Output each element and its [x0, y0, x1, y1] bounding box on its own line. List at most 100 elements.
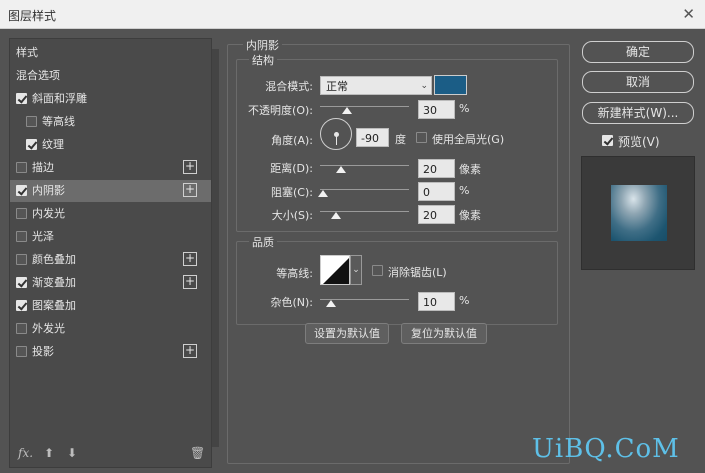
structure-title: 结构: [249, 52, 277, 68]
opacity-label: 不透明度(O):: [248, 104, 313, 117]
style-item-checkbox[interactable]: [16, 346, 27, 357]
add-style-icon[interactable]: +: [183, 252, 197, 266]
antialias-checkbox[interactable]: [372, 265, 383, 276]
cancel-button[interactable]: 取消: [582, 71, 694, 93]
choke-input[interactable]: 0: [418, 182, 455, 201]
choke-slider-track[interactable]: [320, 189, 409, 190]
style-item-label: 外发光: [32, 322, 65, 335]
style-item-checkbox[interactable]: [16, 300, 27, 311]
style-item-checkbox[interactable]: [26, 116, 37, 127]
style-item[interactable]: 内阴影 +: [10, 180, 211, 202]
style-item-checkbox[interactable]: [16, 162, 27, 173]
style-item[interactable]: 颜色叠加 +: [10, 249, 211, 271]
style-item-checkbox[interactable]: [16, 208, 27, 219]
global-light-checkbox[interactable]: [416, 132, 427, 143]
styles-header-label: 样式: [16, 46, 38, 59]
style-item-checkbox[interactable]: [16, 93, 27, 104]
style-item[interactable]: 图案叠加: [10, 295, 211, 317]
opacity-slider-thumb[interactable]: [341, 107, 352, 114]
style-item-label: 纹理: [42, 138, 64, 151]
blend-mode-select[interactable]: 正常 ⌄: [320, 76, 432, 95]
opacity-input[interactable]: 30: [418, 100, 455, 119]
distance-label: 距离(D):: [270, 162, 313, 175]
style-item-checkbox[interactable]: [16, 185, 27, 196]
choke-slider-thumb[interactable]: [318, 190, 328, 197]
quality-title: 品质: [249, 234, 277, 250]
contour-curve-icon: [323, 258, 349, 284]
style-item-label: 渐变叠加: [32, 276, 76, 289]
distance-input[interactable]: 20: [418, 159, 455, 178]
distance-slider-track[interactable]: [320, 165, 409, 166]
size-unit: 像素: [459, 209, 481, 222]
style-item[interactable]: 等高线: [10, 111, 211, 133]
style-item[interactable]: 光泽: [10, 226, 211, 248]
move-down-icon[interactable]: ⬇: [67, 446, 77, 460]
style-item-label: 光泽: [32, 230, 54, 243]
choke-unit: %: [459, 184, 470, 197]
shadow-color-swatch[interactable]: [434, 75, 467, 95]
window-title: 图层样式: [8, 9, 57, 23]
angle-center: [334, 132, 339, 137]
style-item-label: 内阴影: [32, 184, 65, 197]
size-input[interactable]: 20: [418, 205, 455, 224]
distance-slider-thumb[interactable]: [336, 166, 346, 173]
size-label: 大小(S):: [271, 209, 313, 222]
new-style-button[interactable]: 新建样式(W)...: [582, 102, 694, 124]
quality-group: 品质: [236, 234, 558, 325]
close-icon[interactable]: ✕: [682, 5, 695, 23]
add-style-icon[interactable]: +: [183, 275, 197, 289]
styles-scrollbar[interactable]: [212, 49, 219, 447]
title-bar: 图层样式 ✕: [0, 0, 705, 29]
ok-button[interactable]: 确定: [582, 41, 694, 63]
style-item-checkbox[interactable]: [16, 323, 27, 334]
styles-list-header[interactable]: 样式: [10, 42, 211, 64]
style-item[interactable]: 描边 +: [10, 157, 211, 179]
preview-checkbox[interactable]: [602, 135, 613, 146]
blend-mode-label: 混合模式:: [265, 80, 313, 93]
watermark-logo: UiBQ.CoM: [532, 434, 680, 464]
opacity-slider-track[interactable]: [320, 106, 409, 107]
style-item[interactable]: 斜面和浮雕: [10, 88, 211, 110]
style-item[interactable]: 投影 +: [10, 341, 211, 363]
noise-input[interactable]: 10: [418, 292, 455, 311]
style-item-label: 投影: [32, 345, 54, 358]
contour-dropdown-icon[interactable]: ⌄: [350, 255, 362, 285]
styles-toolbar: fx. ⬆ ⬇ 🗑: [10, 444, 212, 466]
style-item-label: 颜色叠加: [32, 253, 76, 266]
style-item-checkbox[interactable]: [16, 254, 27, 265]
set-default-button[interactable]: 设置为默认值: [305, 323, 389, 344]
antialias-label: 消除锯齿(L): [388, 266, 447, 279]
styles-list-panel: 样式 混合选项 斜面和浮雕等高线纹理描边 + 内阴影 + 内发光光泽颜色叠加 + 渐变叠加 +…: [9, 38, 219, 468]
add-style-icon[interactable]: +: [183, 183, 197, 197]
style-item-checkbox[interactable]: [16, 231, 27, 242]
blend-options-item[interactable]: 混合选项: [10, 65, 211, 87]
blend-mode-value: 正常: [326, 80, 348, 93]
angle-input[interactable]: -90: [356, 128, 389, 147]
move-up-icon[interactable]: ⬆: [44, 446, 54, 460]
preview-thumbnail-frame: [581, 156, 695, 270]
reset-default-button[interactable]: 复位为默认值: [401, 323, 487, 344]
trash-icon[interactable]: 🗑: [190, 446, 205, 460]
size-slider-thumb[interactable]: [331, 212, 341, 219]
add-style-icon[interactable]: +: [183, 344, 197, 358]
style-item[interactable]: 纹理: [10, 134, 211, 156]
add-style-icon[interactable]: +: [183, 160, 197, 174]
style-item-label: 描边: [32, 161, 54, 174]
fx-icon[interactable]: fx.: [18, 446, 33, 460]
chevron-down-icon: ⌄: [420, 81, 428, 91]
angle-unit: 度: [395, 133, 406, 146]
style-item[interactable]: 内发光: [10, 203, 211, 225]
style-item-label: 等高线: [42, 115, 75, 128]
inner-shadow-title: 内阴影: [243, 37, 282, 53]
dialog-body: 样式 混合选项 斜面和浮雕等高线纹理描边 + 内阴影 + 内发光光泽颜色叠加 + 渐变叠加 +…: [0, 29, 705, 473]
style-item[interactable]: 外发光: [10, 318, 211, 340]
style-item-checkbox[interactable]: [16, 277, 27, 288]
preview-thumbnail: [611, 185, 667, 241]
style-item-label: 内发光: [32, 207, 65, 220]
contour-preview[interactable]: [320, 255, 350, 285]
angle-dial[interactable]: [320, 118, 352, 150]
style-item-checkbox[interactable]: [26, 139, 37, 150]
blend-options-label: 混合选项: [16, 69, 60, 82]
noise-slider-thumb[interactable]: [326, 300, 336, 307]
style-item[interactable]: 渐变叠加 +: [10, 272, 211, 294]
